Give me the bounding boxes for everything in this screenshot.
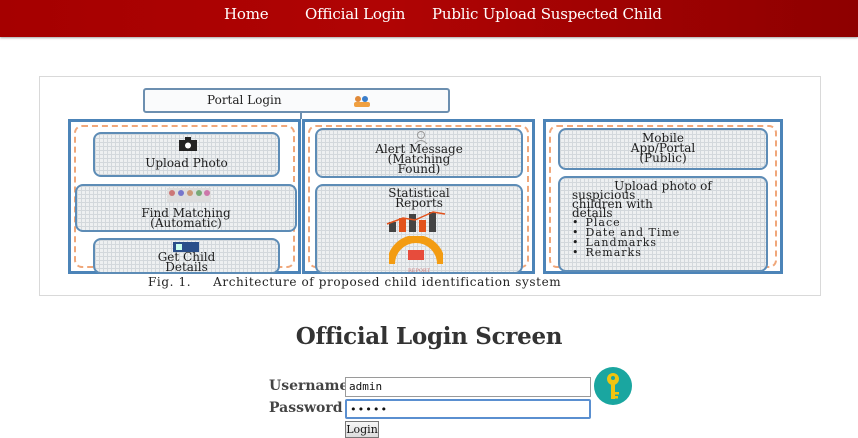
statistical-reports-box: Statistical Reports REPORT: [315, 184, 523, 274]
stat-sub: Reports: [395, 196, 443, 210]
nav-public-upload-link[interactable]: Public Upload Suspected Child: [432, 5, 662, 23]
portal-login-label: Portal Login: [207, 93, 282, 107]
password-label: Password: [269, 400, 343, 416]
top-nav-bar: Home Official Login Public Upload Suspec…: [0, 0, 858, 37]
architecture-figure: Portal Login Upload Photo Find Matching …: [39, 76, 821, 296]
caption-text: Architecture of proposed child identific…: [213, 275, 562, 289]
nav-official-login-link[interactable]: Official Login: [305, 5, 405, 23]
camera-icon: [179, 137, 197, 151]
username-input[interactable]: admin: [345, 377, 591, 397]
username-label: Username: [269, 378, 349, 394]
portal-login-box: Portal Login: [143, 88, 450, 113]
users-icon: [354, 96, 370, 107]
upload-details-list: Place Date and Time Landmarks Remarks: [572, 217, 680, 258]
upload-photo-box: Upload Photo: [93, 132, 280, 177]
mobile-app-box: Mobile App/Portal (Public): [558, 128, 768, 170]
list-item: Remarks: [572, 247, 680, 258]
architecture-diagram: Portal Login Upload Photo Find Matching …: [68, 85, 792, 297]
upload-photo-label: Upload Photo: [145, 156, 228, 170]
password-input[interactable]: •••••: [345, 399, 591, 419]
caption-label: Fig. 1.: [148, 275, 192, 289]
nav-home-link[interactable]: Home: [224, 5, 269, 23]
upload-details-box: Upload photo of suspicious children with…: [558, 176, 768, 272]
bar-chart-icon: [386, 211, 446, 232]
get-child-sub: Details: [165, 260, 208, 274]
find-matching-box: Find Matching (Automatic): [75, 184, 297, 232]
figure-caption: Fig. 1. Architecture of proposed child id…: [148, 275, 561, 289]
faces-grid-icon: [167, 188, 211, 202]
get-child-details-box: Get Child Details: [93, 238, 280, 274]
alert-message-box: Alert Message (Matching Found): [315, 128, 523, 178]
alerts-panel: Alert Message (Matching Found) Statistic…: [302, 119, 535, 274]
mobile-sub2: (Public): [639, 151, 687, 165]
public-panel: Mobile App/Portal (Public) Upload photo …: [543, 119, 783, 274]
alert-sub2: Found): [397, 162, 441, 176]
official-panel: Upload Photo Find Matching (Automatic) G…: [68, 119, 301, 274]
login-button[interactable]: Login: [345, 421, 379, 438]
find-matching-sub: (Automatic): [150, 216, 222, 230]
key-icon: [594, 367, 632, 405]
page-title: Official Login Screen: [295, 323, 563, 350]
